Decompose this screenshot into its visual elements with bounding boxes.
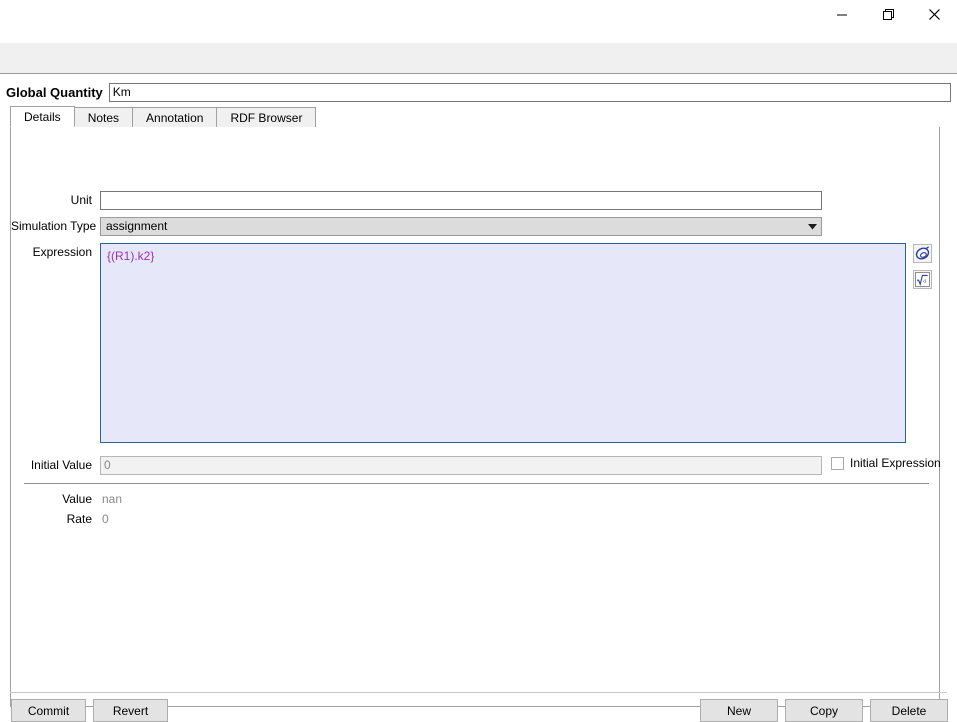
copy-button[interactable]: Copy — [785, 699, 863, 722]
initial-value-label: Initial Value — [30, 458, 92, 472]
svg-text:a: a — [923, 279, 926, 285]
tab-rdf-browser[interactable]: RDF Browser — [216, 107, 317, 127]
initial-value-row: Initial Value 0 Initial Expression — [11, 456, 941, 475]
math-function-button[interactable]: a — [913, 270, 932, 289]
initial-expression-checkbox-wrap[interactable]: Initial Expression — [831, 456, 941, 470]
tab-notes-label: Notes — [87, 110, 120, 125]
object-browser-icon — [915, 246, 930, 260]
toolbar-strip — [0, 43, 957, 74]
value-readout: nan — [102, 492, 123, 506]
expression-row: Expression {(R1).k2} a — [11, 243, 941, 443]
simulation-type-label: Simulation Type — [11, 219, 97, 233]
initial-expression-label: Initial Expression — [850, 456, 941, 470]
rate-readout: 0 — [102, 512, 109, 526]
simulation-type-row: Simulation Type assignment — [11, 217, 931, 236]
tab-details[interactable]: Details — [10, 106, 75, 127]
chevron-down-icon[interactable] — [804, 218, 821, 235]
unit-row: Unit — [11, 191, 931, 210]
rate-row: Rate 0 — [11, 510, 611, 529]
unit-input[interactable] — [100, 191, 822, 210]
global-quantity-panel: Global Quantity Details Notes Annotation… — [0, 75, 957, 722]
close-button[interactable] — [911, 0, 957, 29]
revert-button[interactable]: Revert — [93, 699, 168, 722]
footer-left-buttons: Commit Revert — [11, 699, 175, 722]
section-divider — [24, 483, 929, 484]
window-titlebar — [0, 0, 957, 43]
delete-button[interactable]: Delete — [870, 699, 948, 722]
value-label: Value — [62, 492, 92, 506]
minimize-button[interactable] — [819, 0, 865, 29]
page-title: Global Quantity — [6, 84, 103, 100]
details-tab-content: Unit Simulation Type assignment Expressi… — [10, 127, 941, 707]
expression-label: Expression — [32, 245, 92, 259]
restore-icon — [882, 9, 894, 20]
restore-button[interactable] — [865, 0, 911, 29]
commit-button[interactable]: Commit — [11, 699, 86, 722]
new-button[interactable]: New — [700, 699, 778, 722]
initial-value-field[interactable]: 0 — [100, 456, 822, 475]
value-row: Value nan — [11, 490, 611, 509]
quantity-name-input[interactable] — [108, 82, 951, 102]
footer-right-buttons: New Copy Delete — [693, 699, 948, 722]
tab-annotation-label: Annotation — [146, 110, 204, 125]
simulation-type-select[interactable]: assignment — [100, 217, 822, 236]
rate-label: Rate — [66, 512, 92, 526]
unit-label: Unit — [70, 193, 92, 207]
tab-notes[interactable]: Notes — [73, 107, 134, 127]
tab-details-label: Details — [24, 109, 61, 124]
object-browser-button[interactable] — [913, 244, 932, 263]
tab-annotation[interactable]: Annotation — [132, 107, 218, 127]
tab-bar: Details Notes Annotation RDF Browser — [10, 106, 940, 128]
tab-rdf-browser-label: RDF Browser — [230, 110, 303, 125]
expression-tool-buttons: a — [913, 243, 932, 296]
footer-divider — [10, 692, 947, 693]
minimize-icon — [837, 14, 847, 15]
close-icon — [928, 9, 940, 20]
panel-header: Global Quantity — [0, 80, 957, 104]
initial-expression-checkbox[interactable] — [831, 456, 844, 470]
simulation-type-value: assignment — [106, 219, 168, 233]
expression-editor[interactable]: {(R1).k2} — [100, 243, 906, 443]
math-function-icon: a — [915, 272, 930, 287]
